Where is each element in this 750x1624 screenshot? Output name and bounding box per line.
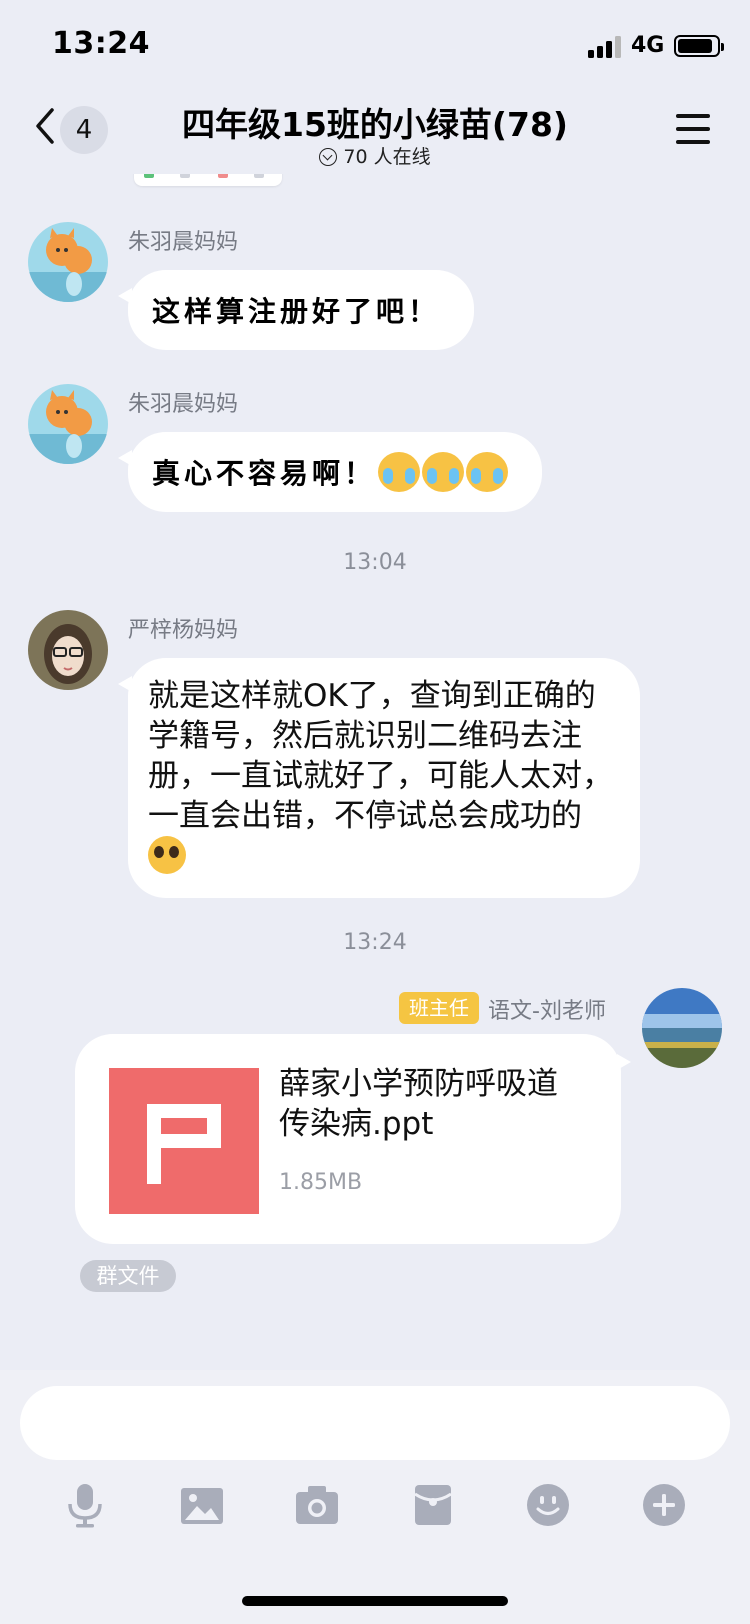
avatar[interactable] (28, 222, 108, 302)
avatar[interactable] (28, 384, 108, 464)
chat-message-list[interactable]: 朱羽晨妈妈 这样算注册好了吧！ 朱羽晨妈妈 真心不容易啊！ 13:04 严梓杨妈… (0, 174, 750, 1370)
crying-emoji-icon (466, 452, 509, 492)
sender-name: 语文-刘老师 (488, 999, 606, 1024)
chat-header: 4 四年级15班的小绿苗(78) 70 人在线 (0, 92, 750, 174)
sender-name: 严梓杨妈妈 (128, 618, 239, 643)
message-timestamp: 13:04 (343, 550, 407, 575)
landscape-avatar-icon (642, 988, 722, 1068)
status-time: 13:24 (52, 26, 150, 61)
pleading-emoji-icon (148, 836, 186, 874)
role-badge: 班主任 (399, 992, 479, 1024)
sender-name: 朱羽晨妈妈 (128, 230, 239, 255)
group-file-tag[interactable]: 群文件 (80, 1260, 176, 1292)
cellular-signal-icon (588, 36, 624, 58)
message-timestamp: 13:24 (343, 930, 407, 955)
message-text: 就是这样就OK了，查询到正确的学籍号，然后就识别二维码去注册，一直试就好了，可能… (148, 678, 613, 834)
menu-button[interactable] (676, 114, 710, 144)
ppt-file-icon (109, 1068, 259, 1214)
message-content: 真心不容易啊！ (152, 432, 509, 512)
file-message-card[interactable]: 薛家小学预防呼吸道传染病.ppt 1.85MB (75, 1034, 631, 1244)
image-icon[interactable] (179, 1482, 225, 1528)
avatar[interactable] (642, 988, 722, 1068)
home-indicator[interactable] (242, 1596, 508, 1606)
battery-icon (674, 35, 724, 57)
crying-emoji-icon (378, 452, 421, 492)
previous-image-thumbnail[interactable] (134, 174, 282, 186)
message-input[interactable] (20, 1386, 730, 1460)
cat-avatar-icon (28, 222, 108, 302)
emoji-icon[interactable] (525, 1482, 571, 1528)
file-size: 1.85MB (279, 1170, 363, 1195)
message-bubble[interactable]: 这样算注册好了吧！ (118, 270, 474, 350)
camera-icon[interactable] (294, 1482, 340, 1528)
message-bubble[interactable]: 真心不容易啊！ (118, 432, 542, 512)
sender-name: 朱羽晨妈妈 (128, 392, 239, 417)
doll-avatar-icon (28, 610, 108, 690)
plus-icon[interactable] (641, 1482, 687, 1528)
file-name: 薛家小学预防呼吸道传染病.ppt (279, 1066, 558, 1142)
red-packet-icon[interactable] (410, 1482, 456, 1528)
crying-emoji-icon (422, 452, 465, 492)
input-area (0, 1370, 750, 1624)
online-status[interactable]: 70 人在线 (0, 142, 750, 169)
network-type: 4G (631, 33, 665, 58)
online-count: 70 人在线 (343, 146, 431, 168)
message-text: 这样算注册好了吧！ (152, 295, 441, 328)
message-text: 真心不容易啊！ (152, 457, 377, 490)
message-bubble[interactable]: 就是这样就OK了，查询到正确的学籍号，然后就识别二维码去注册，一直试就好了，可能… (118, 658, 640, 898)
chevron-down-circle-icon (319, 148, 338, 166)
avatar[interactable] (28, 610, 108, 690)
group-title[interactable]: 四年级15班的小绿苗(78) (0, 98, 750, 146)
status-bar: 13:24 4G (0, 0, 750, 92)
cat-avatar-icon (28, 384, 108, 464)
message-content: 就是这样就OK了，查询到正确的学籍号，然后就识别二维码去注册，一直试就好了，可能… (148, 676, 618, 878)
microphone-icon[interactable] (62, 1482, 108, 1528)
